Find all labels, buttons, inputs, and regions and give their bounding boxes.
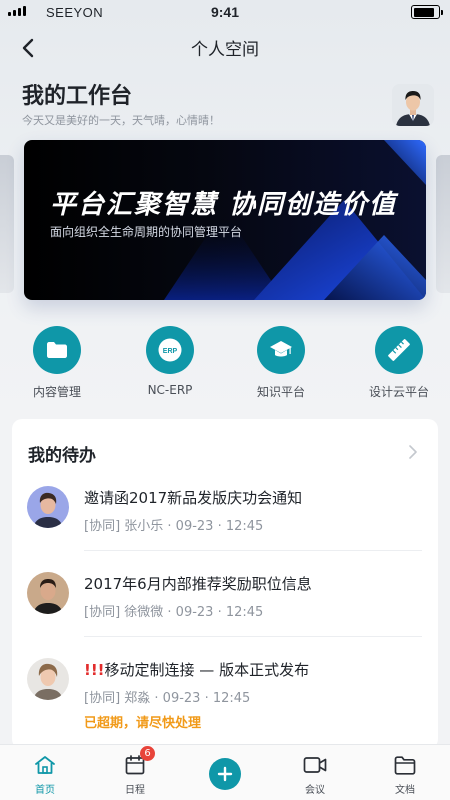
workspace-title: 我的工作台 xyxy=(22,84,133,109)
todo-item-title: 邀请函2017新品发版庆功会通知 xyxy=(84,489,303,507)
tab-documents[interactable]: 文档 xyxy=(375,753,435,796)
todo-item-meta: [协同] 徐微微 · 09-23 · 12:45 xyxy=(84,605,264,620)
app-content-management[interactable]: 内容管理 xyxy=(7,326,107,400)
promo-banner[interactable]: 平台汇聚智慧 协同创造价值 面向组织全生命周期的协同管理平台 xyxy=(24,140,426,300)
svg-text:ERP: ERP xyxy=(163,348,178,355)
chevron-right-icon[interactable] xyxy=(406,445,420,459)
app-knowledge-platform[interactable]: 知识平台 xyxy=(231,326,331,400)
avatar xyxy=(27,572,69,614)
graduation-cap-icon xyxy=(270,341,292,357)
folder-icon xyxy=(394,755,416,775)
quick-apps: 内容管理 ERP NC-ERP 知识平台 设计云平台 xyxy=(0,326,450,404)
tab-label: 首页 xyxy=(35,785,55,796)
app-label: 知识平台 xyxy=(256,385,305,399)
todo-item[interactable]: !!!移动定制连接 — 版本正式发布 [协同] 郑淼 · 09-23 · 12:… xyxy=(12,658,438,738)
page-title: 个人空间 xyxy=(191,40,259,60)
divider xyxy=(84,636,422,637)
add-button[interactable] xyxy=(209,758,241,790)
tab-home[interactable]: 首页 xyxy=(15,753,75,796)
app-label: 内容管理 xyxy=(32,385,81,399)
user-avatar[interactable] xyxy=(392,84,434,126)
tab-icon-wrap xyxy=(285,753,345,777)
todo-item[interactable]: 2017年6月内部推荐奖励职位信息 [协同] 徐微微 · 09-23 · 12:… xyxy=(12,572,438,632)
home-icon xyxy=(35,756,55,774)
status-bar: SEEYON 9:41 xyxy=(0,0,450,26)
avatar xyxy=(27,486,69,528)
tab-label: 会议 xyxy=(305,785,325,796)
banner-prev-slide[interactable] xyxy=(0,155,14,293)
todo-item-title: 2017年6月内部推荐奖励职位信息 xyxy=(84,575,312,593)
notification-badge: 6 xyxy=(140,746,155,761)
plus-icon xyxy=(217,766,233,782)
ruler-pencil-icon xyxy=(388,339,410,361)
banner-slogan: 平台汇聚智慧 协同创造价值 xyxy=(50,190,398,220)
urgent-marker: !!! xyxy=(84,661,105,679)
tab-label: 日程 xyxy=(125,785,145,796)
tab-icon-wrap: 6 xyxy=(105,746,165,777)
app-label: NC-ERP xyxy=(147,383,193,397)
tab-icon-wrap xyxy=(375,753,435,777)
todo-item-title-text: 移动定制连接 — 版本正式发布 xyxy=(104,661,310,679)
app-nc-erp[interactable]: ERP NC-ERP xyxy=(120,326,220,397)
divider xyxy=(84,550,422,551)
app-design-cloud[interactable]: 设计云平台 xyxy=(349,326,449,400)
banner-subtitle: 面向组织全生命周期的协同管理平台 xyxy=(50,225,243,239)
tab-label: 文档 xyxy=(395,785,415,796)
todo-section-title: 我的待办 xyxy=(28,446,96,466)
app-icon-bg xyxy=(375,326,423,374)
folder-icon xyxy=(47,342,67,358)
app-icon-bg: ERP xyxy=(146,326,194,374)
app-icon-bg xyxy=(257,326,305,374)
battery-icon xyxy=(411,5,443,19)
greeting-text: 今天又是美好的一天，天气晴，心情晴！ xyxy=(22,114,220,127)
overdue-warning: 已超期，请尽快处理 xyxy=(84,716,202,731)
todo-item-title: !!!移动定制连接 — 版本正式发布 xyxy=(84,659,309,680)
status-time: 9:41 xyxy=(210,4,240,20)
tab-meeting[interactable]: 会议 xyxy=(285,753,345,796)
tab-icon-wrap xyxy=(15,753,75,777)
erp-icon: ERP xyxy=(158,338,182,362)
app-label: 设计云平台 xyxy=(368,385,429,399)
nav-bar: 个人空间 xyxy=(0,26,450,68)
app-icon-bg xyxy=(33,326,81,374)
video-camera-icon xyxy=(303,757,327,773)
banner-next-slide[interactable] xyxy=(436,155,450,293)
todo-card: 我的待办 邀请函2017新品发版庆功会通知 [协同] 张小乐 · 09-23 ·… xyxy=(12,419,438,749)
avatar xyxy=(27,658,69,700)
todo-item-meta: [协同] 郑淼 · 09-23 · 12:45 xyxy=(84,691,251,706)
tab-calendar[interactable]: 6 日程 xyxy=(105,746,165,796)
todo-item[interactable]: 邀请函2017新品发版庆功会通知 [协同] 张小乐 · 09-23 · 12:4… xyxy=(12,486,438,546)
tab-bar: 首页 6 日程 会议 文档 xyxy=(0,744,450,800)
todo-item-meta: [协同] 张小乐 · 09-23 · 12:45 xyxy=(84,519,264,534)
